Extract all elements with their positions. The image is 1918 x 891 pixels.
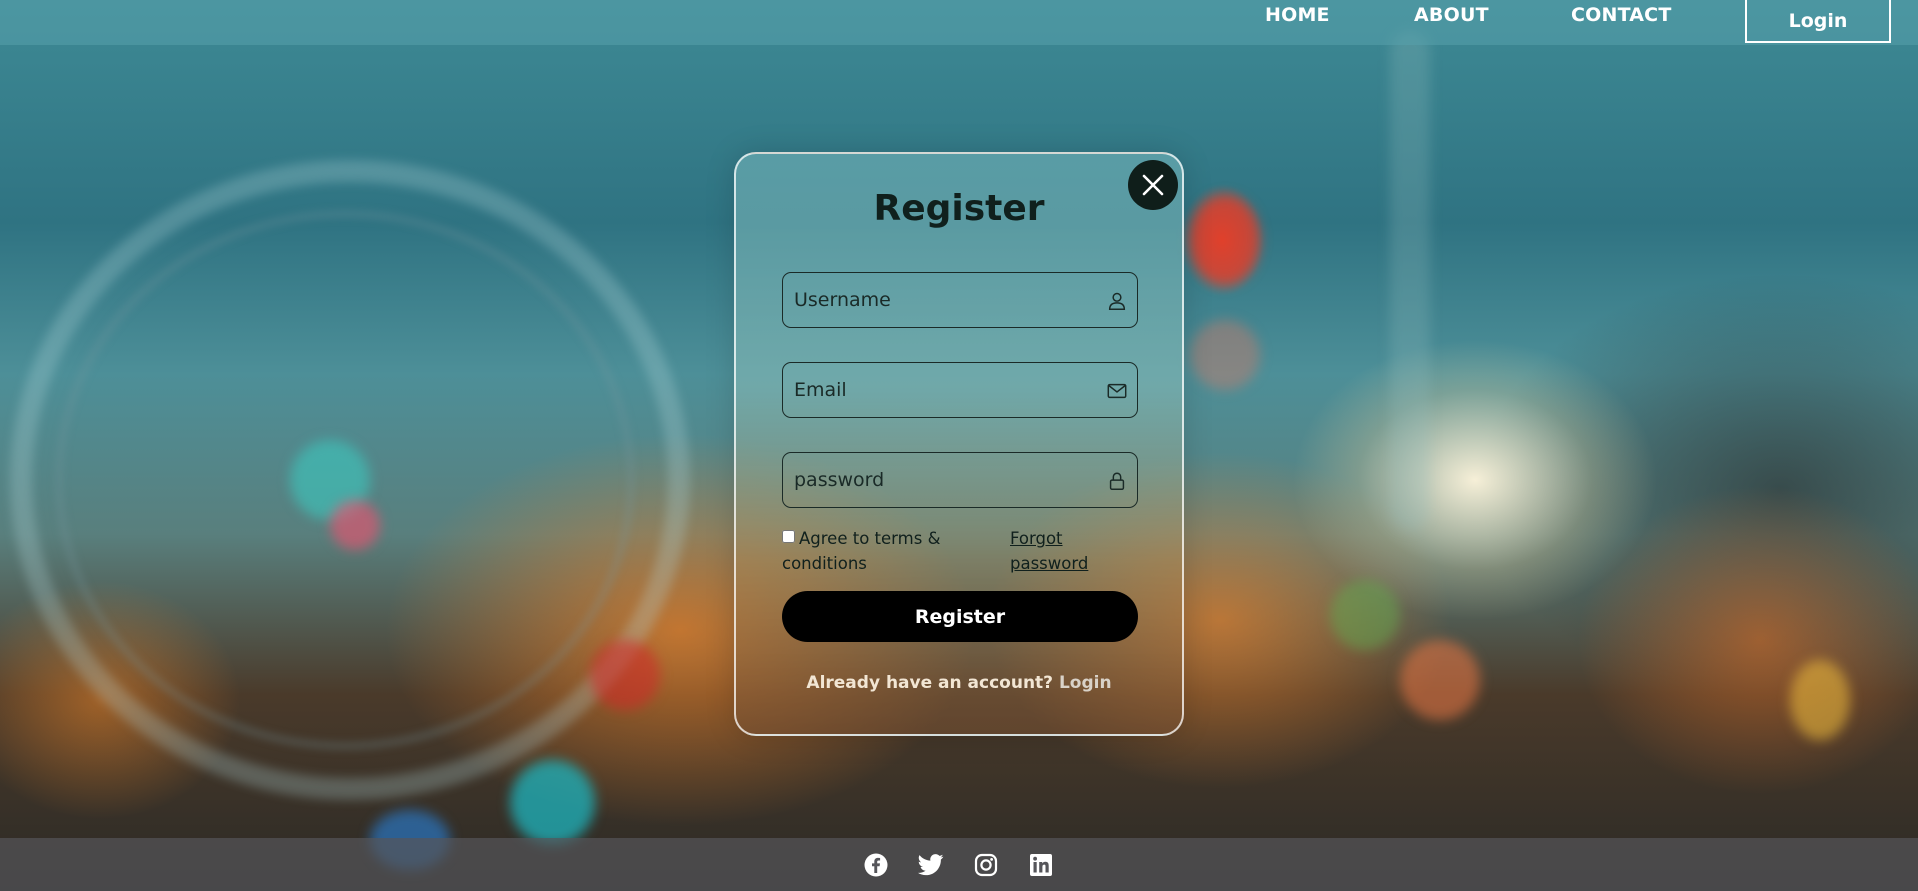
facebook-icon: [864, 853, 888, 877]
email-input[interactable]: [783, 363, 1137, 417]
password-input[interactable]: [783, 453, 1137, 507]
facebook-link[interactable]: [863, 852, 889, 878]
username-input[interactable]: [783, 273, 1137, 327]
register-modal: Register Agree to terms & conditions For…: [734, 152, 1184, 736]
linkedin-link[interactable]: [1028, 852, 1054, 878]
terms-checkbox[interactable]: [782, 530, 795, 543]
password-field-wrapper: [782, 452, 1138, 508]
top-navigation-bar: HOME ABOUT CONTACT Login: [0, 0, 1918, 45]
register-button[interactable]: Register: [782, 591, 1138, 642]
mail-icon: [1107, 383, 1127, 399]
lock-icon: [1109, 472, 1125, 490]
terms-agreement: Agree to terms & conditions: [782, 526, 982, 576]
nav-link-about[interactable]: ABOUT: [1414, 4, 1489, 30]
footer-bar: [0, 838, 1918, 891]
linkedin-icon: [1030, 854, 1052, 876]
modal-title: Register: [873, 188, 1045, 229]
instagram-icon: [974, 853, 998, 877]
username-field-wrapper: [782, 272, 1138, 328]
login-link[interactable]: Login: [1059, 673, 1112, 693]
twitter-icon: [918, 854, 944, 876]
twitter-link[interactable]: [918, 852, 944, 878]
instagram-link[interactable]: [973, 852, 999, 878]
nav-link-home[interactable]: HOME: [1265, 4, 1330, 30]
header-login-button[interactable]: Login: [1745, 0, 1891, 43]
login-prompt: Already have an account? Login: [736, 673, 1182, 693]
nav-link-contact[interactable]: CONTACT: [1571, 4, 1672, 30]
forgot-password-link[interactable]: Forgot password: [1010, 526, 1130, 576]
login-prompt-text: Already have an account?: [806, 673, 1054, 693]
email-field-wrapper: [782, 362, 1138, 418]
terms-label: Agree to terms & conditions: [782, 529, 941, 573]
user-icon: [1108, 292, 1126, 310]
